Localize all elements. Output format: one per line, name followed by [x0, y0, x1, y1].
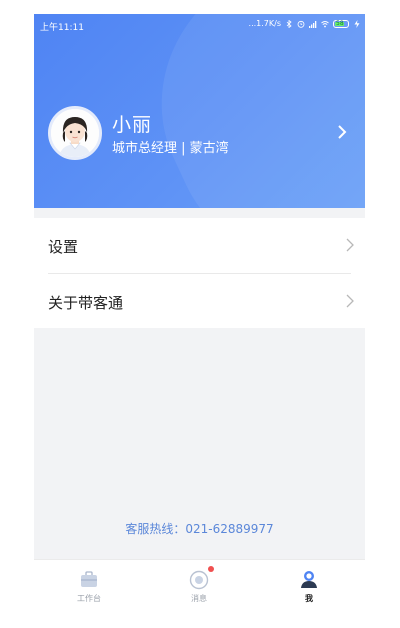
chevron-right-icon — [346, 294, 354, 308]
battery-level: 58 — [336, 19, 344, 27]
message-icon — [189, 570, 209, 590]
menu-item-settings[interactable]: 设置 — [34, 218, 365, 274]
menu-item-about[interactable]: 关于带客通 — [34, 274, 365, 329]
chevron-right-icon[interactable] — [334, 122, 350, 142]
status-time: 上午11:11 — [40, 23, 84, 33]
status-bar: 上午11:11 ...1.7K/s 58 — [34, 14, 365, 36]
tab-messages[interactable]: 消息 — [144, 560, 254, 606]
customer-service-hotline[interactable]: 客服热线：021-62889977 — [34, 520, 365, 537]
menu-item-label: 关于带客通 — [48, 294, 124, 312]
signal-icon — [309, 20, 317, 28]
avatar[interactable] — [48, 106, 102, 160]
status-icons: ...1.7K/s 58 — [249, 19, 361, 28]
wifi-icon — [321, 20, 329, 27]
tab-label: 工作台 — [77, 594, 101, 603]
profile-icon — [301, 571, 317, 588]
unread-badge — [208, 566, 214, 572]
tab-label: 我 — [305, 594, 313, 603]
tab-workbench[interactable]: 工作台 — [34, 560, 144, 606]
charging-icon — [354, 19, 360, 28]
user-name: 小丽 — [112, 114, 153, 136]
profile-card[interactable]: 小丽 城市总经理 | 蒙古湾 — [48, 106, 348, 166]
user-role: 城市总经理 | 蒙古湾 — [112, 141, 229, 156]
alarm-icon — [297, 20, 305, 28]
profile-header: 上午11:11 ...1.7K/s 58 小丽 城市总经理 | 蒙古湾 — [34, 14, 365, 208]
phone-screen: 上午11:11 ...1.7K/s 58 小丽 城市总经理 | 蒙古湾 设置 关… — [34, 14, 365, 606]
tab-bar: 工作台 消息 我 — [34, 559, 365, 606]
network-speed: ...1.7K/s — [248, 19, 281, 28]
briefcase-icon — [81, 571, 97, 587]
avatar-illustration — [51, 109, 99, 157]
settings-menu: 设置 关于带客通 — [34, 218, 365, 328]
menu-item-label: 设置 — [48, 238, 79, 256]
battery-icon: 58 — [333, 19, 349, 28]
tab-label: 消息 — [191, 594, 207, 603]
tab-me[interactable]: 我 — [254, 560, 364, 606]
chevron-right-icon — [346, 238, 354, 252]
bluetooth-icon — [286, 19, 292, 28]
